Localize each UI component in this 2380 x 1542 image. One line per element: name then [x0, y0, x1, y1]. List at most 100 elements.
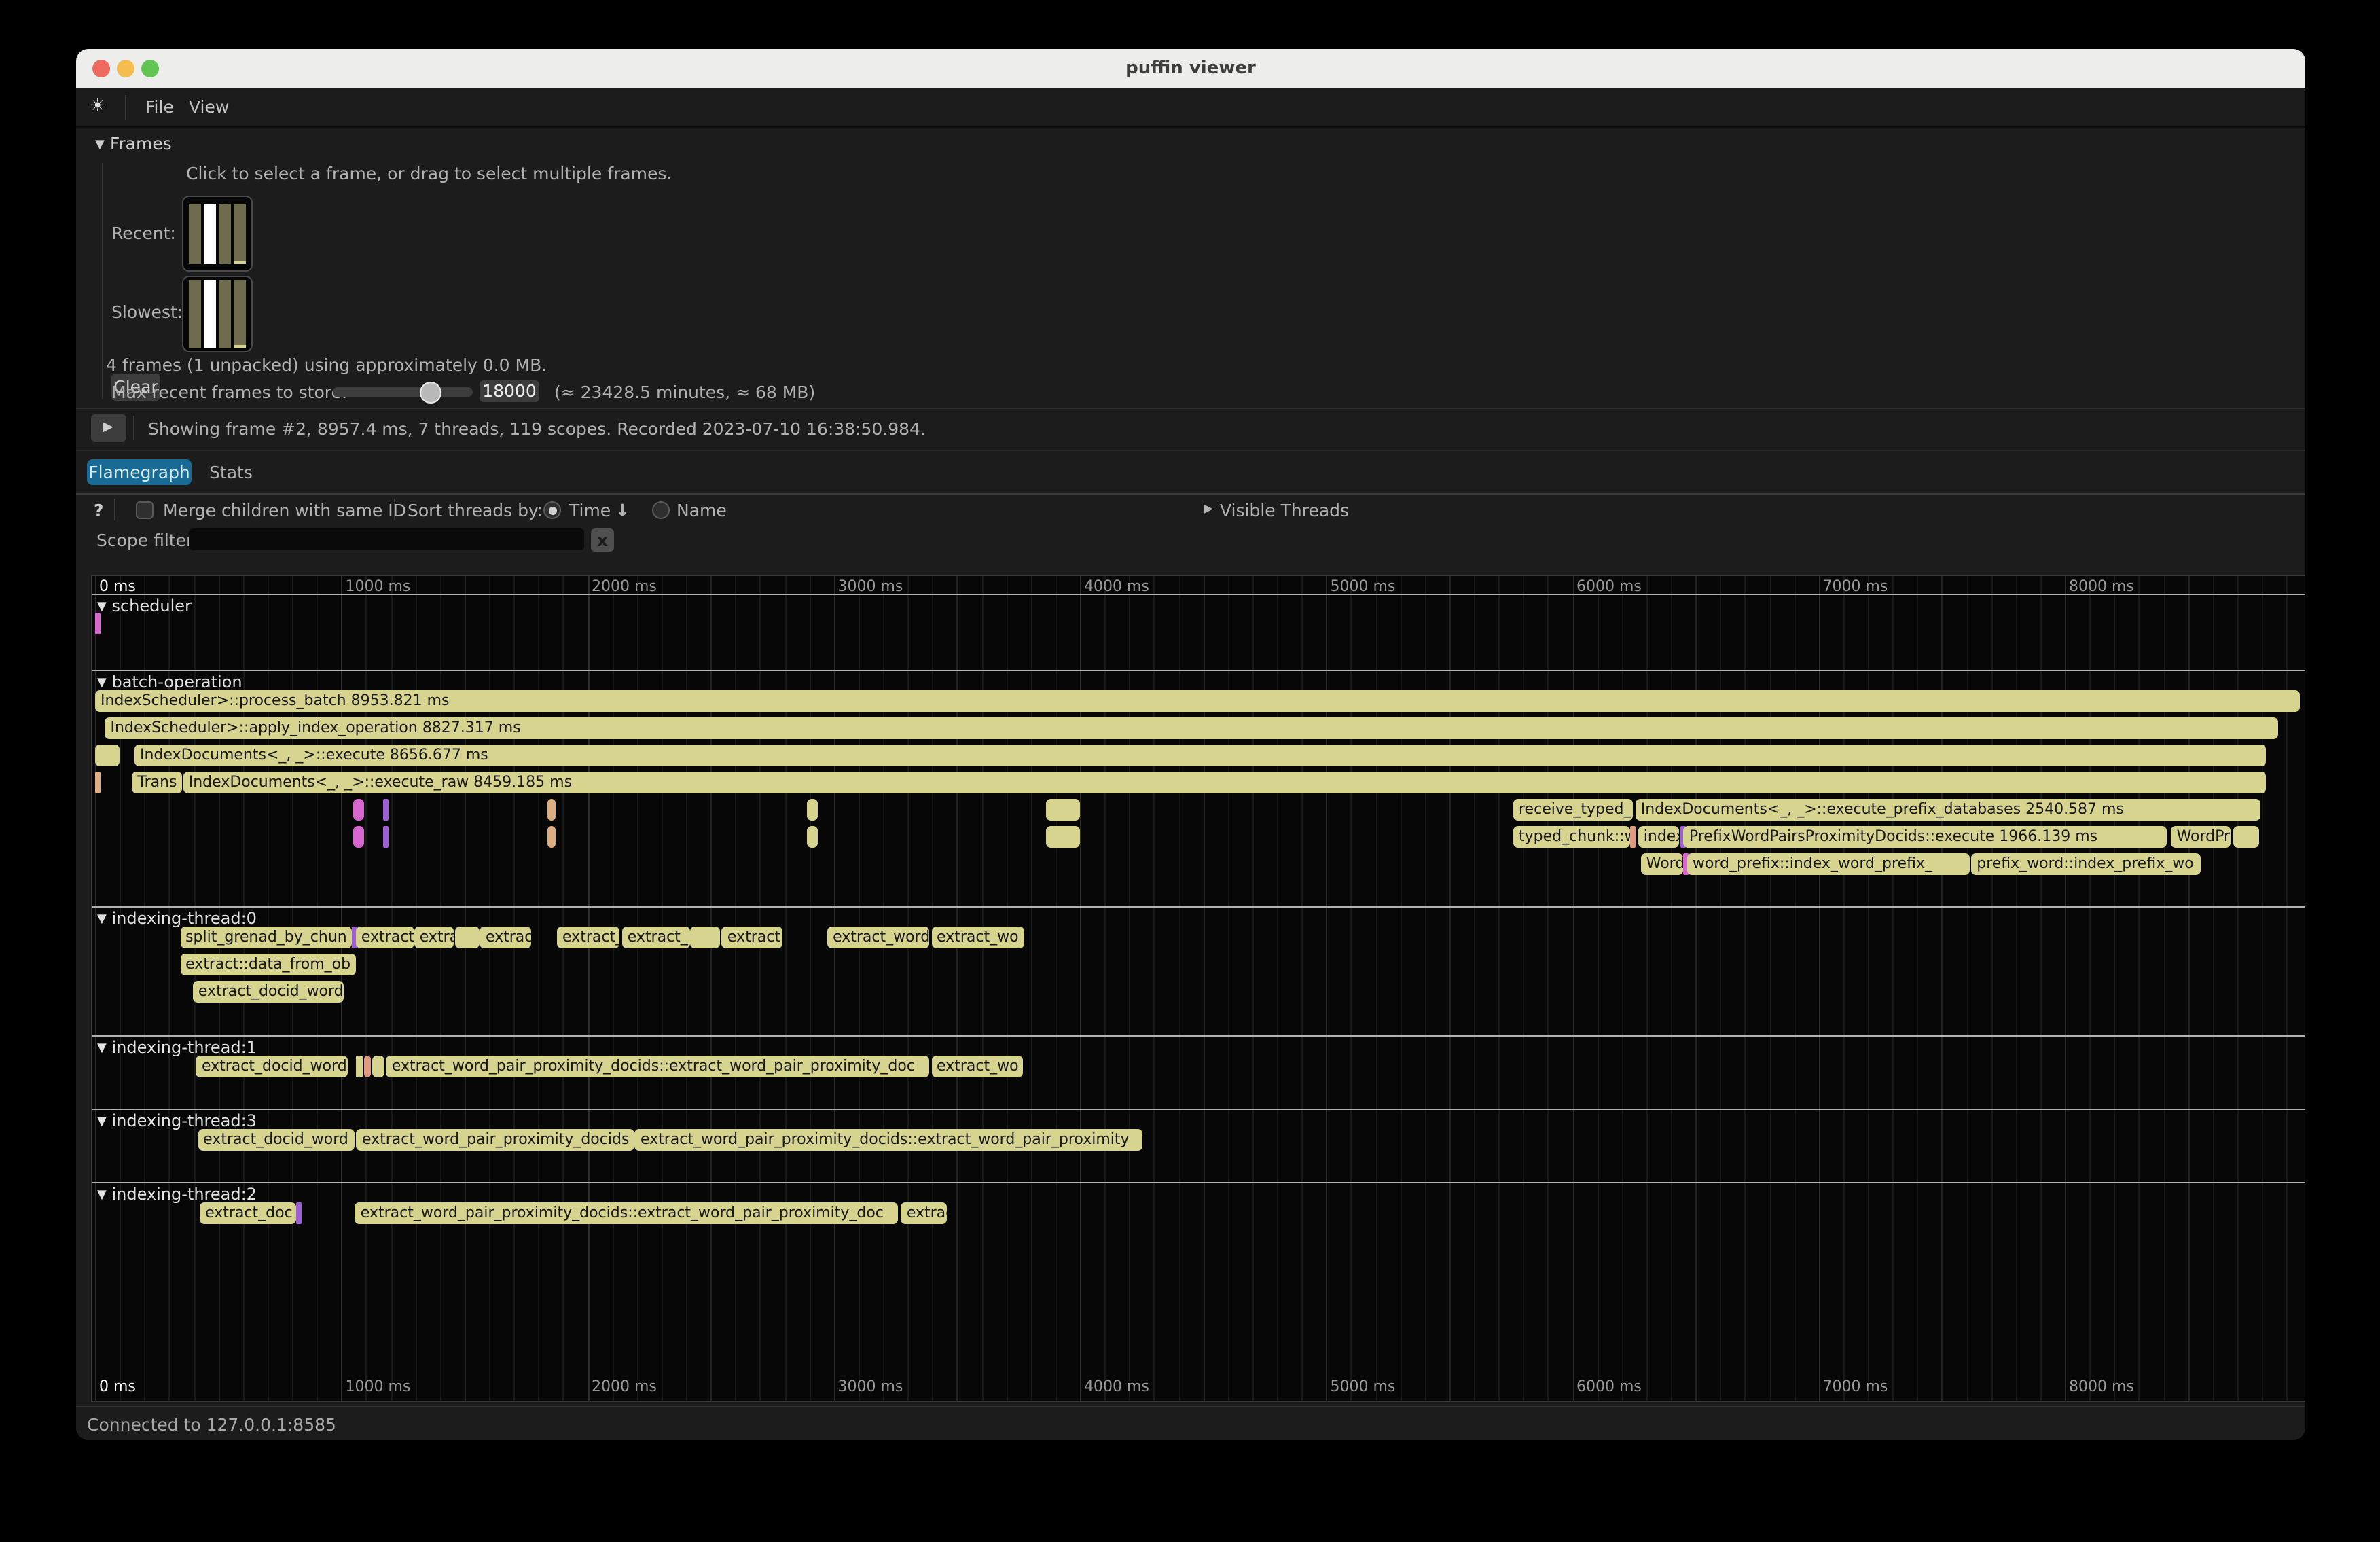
theme-toggle-icon[interactable]: ☀ — [90, 88, 105, 126]
flame-bar[interactable] — [95, 772, 101, 793]
flame-bar[interactable]: extract — [356, 927, 414, 948]
sort-time-radio[interactable] — [543, 501, 561, 519]
sort-name-radio[interactable] — [652, 501, 670, 519]
thread-header-batch-operation[interactable]: ▼ batch-operation — [97, 672, 242, 691]
flame-bar[interactable] — [691, 927, 720, 948]
merge-children-checkbox[interactable] — [136, 501, 154, 519]
flame-bar[interactable] — [297, 1202, 302, 1223]
flame-bar[interactable] — [2234, 826, 2260, 848]
flame-bar[interactable]: extract_doc — [200, 1202, 296, 1223]
flame-bar[interactable]: extract_docid_word — [193, 981, 344, 1003]
flame-bar[interactable] — [384, 799, 389, 821]
flame-bar[interactable]: prefix_word::index_prefix_wo — [1971, 853, 2200, 875]
thread-header-indexing-thread:2[interactable]: ▼ indexing-thread:2 — [97, 1184, 257, 1203]
flame-bar[interactable] — [547, 799, 556, 821]
flame-bar[interactable]: IndexDocuments<_, _>::execute_prefix_dat… — [1636, 799, 2261, 821]
menu-view[interactable]: View — [189, 88, 229, 126]
axis-tick-label: 3000 ms — [838, 1377, 903, 1395]
flame-bar[interactable] — [1631, 826, 1636, 848]
flame-bar[interactable]: extract::data_from_ob — [180, 954, 356, 975]
flame-bar[interactable]: extract_wo — [931, 1056, 1022, 1077]
flame-bar[interactable] — [95, 745, 120, 766]
flame-bar[interactable] — [95, 613, 101, 634]
frame-bar[interactable] — [234, 204, 246, 264]
slowest-frames-thumbnail[interactable] — [182, 275, 253, 351]
menu-file[interactable]: File — [145, 88, 174, 126]
flame-bar[interactable] — [372, 1056, 384, 1077]
flame-bar[interactable]: extrac — [480, 927, 531, 948]
sort-direction-arrow-icon[interactable]: ↓ — [615, 500, 630, 520]
thread-header-indexing-thread:3[interactable]: ▼ indexing-thread:3 — [97, 1111, 257, 1130]
flame-bar[interactable]: split_grenad_by_chun — [180, 927, 351, 948]
flame-bar[interactable]: word_prefix::index_word_prefix_ — [1687, 853, 1970, 875]
flame-bar[interactable]: extract — [722, 927, 783, 948]
visible-threads-triangle-icon[interactable]: ▶ — [1204, 500, 1213, 516]
tab-stats[interactable]: Stats — [204, 459, 258, 485]
flame-bar[interactable]: extract_word_pair_proximity_docids::extr… — [635, 1128, 1142, 1150]
flame-bar[interactable] — [807, 799, 818, 821]
thread-header-scheduler[interactable]: ▼ scheduler — [97, 596, 192, 615]
flame-bar[interactable] — [1046, 826, 1080, 848]
axis-tick-label: 5000 ms — [1331, 1377, 1396, 1395]
flame-bar[interactable]: IndexScheduler>::apply_index_operation 8… — [105, 717, 2279, 739]
frame-bar[interactable] — [189, 204, 201, 264]
recent-frames-thumbnail[interactable] — [182, 196, 253, 272]
section-separator — [92, 1035, 2305, 1037]
flame-bar[interactable]: PrefixWordPairsProximityDocids::execute … — [1684, 826, 2167, 848]
help-button[interactable]: ? — [94, 500, 104, 520]
flame-bar[interactable]: typed_chunk::w — [1513, 826, 1630, 848]
flame-bar[interactable] — [1046, 799, 1080, 821]
flame-bar[interactable] — [384, 826, 389, 848]
flame-bar[interactable] — [353, 799, 364, 821]
flame-bar[interactable]: extract_docid_word — [198, 1128, 355, 1150]
visible-threads-header[interactable]: Visible Threads — [1220, 500, 1349, 520]
frame-bar[interactable] — [234, 279, 246, 347]
clear-filter-button[interactable]: x — [591, 528, 614, 552]
flame-bar[interactable]: receive_typed_ — [1513, 799, 1634, 821]
sort-name-label[interactable]: Name — [677, 500, 727, 520]
flame-bar[interactable] — [547, 826, 556, 848]
flame-bar[interactable]: IndexScheduler>::process_batch 8953.821 … — [95, 690, 2300, 712]
flame-bar[interactable]: extract_word_pair_proximity_docids::extr… — [355, 1202, 898, 1223]
flame-bar[interactable]: extract_word_pair_proximity_docids::extr… — [386, 1056, 930, 1077]
flame-bar[interactable]: index — [1638, 826, 1679, 848]
flame-bar[interactable] — [807, 826, 818, 848]
flame-bar[interactable]: IndexDocuments<_, _>::execute 8656.677 m… — [134, 745, 2266, 766]
flame-bar[interactable] — [363, 1056, 371, 1077]
max-frames-value[interactable]: 18000 — [480, 380, 539, 402]
max-frames-slider[interactable] — [333, 387, 473, 397]
frame-bar[interactable] — [219, 204, 231, 264]
flame-bar[interactable]: extra — [414, 927, 454, 948]
flame-bar[interactable]: extract_ — [622, 927, 689, 948]
flame-bar[interactable]: extract_wo — [931, 927, 1024, 948]
flame-bar[interactable]: WordPr — [2171, 826, 2231, 848]
scope-filter-input[interactable] — [188, 528, 583, 550]
slider-handle[interactable] — [420, 381, 441, 403]
flame-bar[interactable] — [455, 927, 480, 948]
play-button[interactable]: ▶ — [90, 414, 126, 442]
frame-bar[interactable] — [219, 279, 231, 347]
flame-bar[interactable]: extract_word_pair_proximity_docids — [357, 1128, 634, 1150]
tab-flamegraph[interactable]: Flamegraph — [87, 459, 192, 485]
frame-bar[interactable] — [189, 279, 201, 347]
flame-bar[interactable]: Trans — [132, 772, 182, 793]
flame-bar[interactable]: extract_docid_word — [196, 1056, 348, 1077]
flame-canvas[interactable]: 0 ms0 ms1000 ms1000 ms2000 ms2000 ms3000… — [90, 574, 2305, 1401]
flame-bar[interactable]: extrac — [901, 1202, 947, 1223]
flame-bar[interactable]: Word — [1641, 853, 1683, 875]
flame-bar[interactable] — [356, 1056, 362, 1077]
sort-time-label[interactable]: Time — [569, 500, 611, 520]
window-title: puffin viewer — [76, 49, 2305, 88]
thread-header-indexing-thread:0[interactable]: ▼ indexing-thread:0 — [97, 909, 257, 928]
frame-bar-selected[interactable] — [204, 279, 216, 347]
separator — [76, 408, 2305, 409]
merge-children-label[interactable]: Merge children with same ID — [163, 500, 406, 520]
flame-bar[interactable]: IndexDocuments<_, _>::execute_raw 8459.1… — [183, 772, 2266, 793]
frames-header[interactable]: ▼ Frames — [95, 133, 172, 154]
axis-tick-label: 4000 ms — [1084, 577, 1149, 595]
flame-bar[interactable] — [353, 826, 364, 848]
flame-bar[interactable]: extract_ — [557, 927, 620, 948]
thread-header-indexing-thread:1[interactable]: ▼ indexing-thread:1 — [97, 1038, 257, 1057]
flame-bar[interactable]: extract_word — [827, 927, 930, 948]
frame-bar-selected[interactable] — [204, 204, 216, 264]
